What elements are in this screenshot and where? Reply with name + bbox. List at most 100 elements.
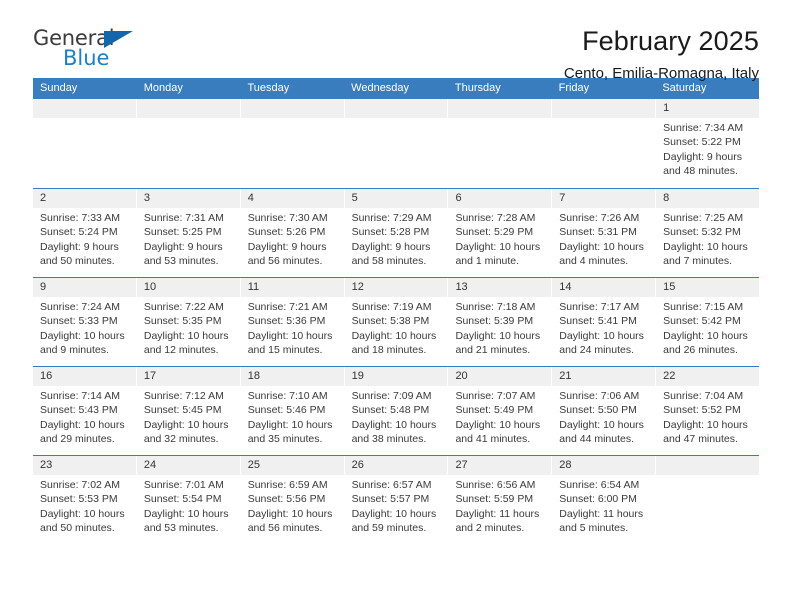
sunrise-text: Sunrise: 7:06 AM (559, 390, 640, 402)
logo-text-blue: Blue (63, 46, 110, 70)
day-cell[interactable]: 22 Sunrise: 7:04 AM Sunset: 5:52 PM Dayl… (656, 367, 760, 455)
day-cell[interactable]: 28 Sunrise: 6:54 AM Sunset: 6:00 PM Dayl… (552, 456, 657, 544)
sunset-text: Sunset: 5:38 PM (351, 315, 430, 328)
daylight-text-line2: and 58 minutes. (351, 255, 427, 268)
day-cell[interactable]: 10 Sunrise: 7:22 AM Sunset: 5:35 PM Dayl… (136, 278, 241, 366)
daylight-text-line1: Daylight: 10 hours (663, 240, 748, 253)
day-cell[interactable]: 26 Sunrise: 6:57 AM Sunset: 5:57 PM Dayl… (344, 456, 449, 544)
day-cell[interactable]: 13 Sunrise: 7:18 AM Sunset: 5:39 PM Dayl… (448, 278, 553, 366)
day-cell[interactable]: 12 Sunrise: 7:19 AM Sunset: 5:38 PM Dayl… (344, 278, 449, 366)
daylight-text-line1: Daylight: 9 hours (663, 150, 742, 163)
day-cell[interactable] (448, 99, 553, 188)
weekday-header-row: Sunday Monday Tuesday Wednesday Thursday… (33, 78, 759, 99)
day-cell[interactable]: 24 Sunrise: 7:01 AM Sunset: 5:54 PM Dayl… (136, 456, 241, 544)
day-details (656, 475, 759, 478)
day-cell[interactable]: 15 Sunrise: 7:15 AM Sunset: 5:42 PM Dayl… (656, 278, 760, 366)
sunrise-text: Sunrise: 7:04 AM (663, 390, 744, 402)
sunset-text: Sunset: 5:56 PM (247, 493, 326, 506)
day-cell[interactable] (240, 99, 345, 188)
day-cell[interactable]: 7 Sunrise: 7:26 AM Sunset: 5:31 PM Dayli… (552, 189, 657, 277)
daylight-text-line2: and 5 minutes. (559, 522, 629, 535)
day-cell[interactable]: 2 Sunrise: 7:33 AM Sunset: 5:24 PM Dayli… (33, 189, 137, 277)
daylight-text-line2: and 44 minutes. (559, 433, 635, 446)
day-cell[interactable]: 20 Sunrise: 7:07 AM Sunset: 5:49 PM Dayl… (448, 367, 553, 455)
day-cell[interactable]: 19 Sunrise: 7:09 AM Sunset: 5:48 PM Dayl… (344, 367, 449, 455)
day-cell[interactable] (136, 99, 241, 188)
day-cell[interactable]: 25 Sunrise: 6:59 AM Sunset: 5:56 PM Dayl… (240, 456, 345, 544)
day-number: 16 (33, 367, 136, 386)
sunset-text: Sunset: 5:50 PM (559, 404, 637, 417)
day-cell[interactable]: 1 Sunrise: 7:34 AM Sunset: 5:22 PM Dayli… (656, 99, 760, 188)
day-cell[interactable] (33, 99, 137, 188)
day-number: 3 (136, 189, 240, 208)
sunrise-text: Sunrise: 7:14 AM (40, 390, 120, 402)
day-cell[interactable]: 8 Sunrise: 7:25 AM Sunset: 5:32 PM Dayli… (656, 189, 760, 277)
sunset-text: Sunset: 6:00 PM (559, 493, 637, 506)
sunset-text: Sunset: 5:52 PM (663, 404, 741, 417)
daylight-text-line1: Daylight: 10 hours (247, 329, 333, 342)
day-cell[interactable]: 27 Sunrise: 6:56 AM Sunset: 5:59 PM Dayl… (448, 456, 553, 544)
daylight-text-line1: Daylight: 9 hours (247, 240, 327, 253)
day-number: 27 (448, 456, 552, 475)
sunset-text: Sunset: 5:48 PM (351, 404, 430, 417)
day-cell[interactable] (656, 456, 760, 544)
sunset-text: Sunset: 5:54 PM (143, 493, 222, 506)
daylight-text-line2: and 50 minutes. (40, 522, 115, 535)
day-number: 26 (344, 456, 448, 475)
day-cell[interactable]: 17 Sunrise: 7:12 AM Sunset: 5:45 PM Dayl… (136, 367, 241, 455)
day-number: 6 (448, 189, 552, 208)
day-details (552, 118, 655, 121)
day-cell[interactable]: 6 Sunrise: 7:28 AM Sunset: 5:29 PM Dayli… (448, 189, 553, 277)
daylight-text-line1: Daylight: 10 hours (663, 418, 748, 431)
daylight-text-line2: and 18 minutes. (351, 344, 427, 357)
day-number: 24 (136, 456, 240, 475)
sunrise-text: Sunrise: 7:31 AM (143, 212, 224, 224)
day-details: Sunrise: 6:54 AM Sunset: 6:00 PM Dayligh… (552, 475, 655, 536)
daylight-text-line1: Daylight: 10 hours (455, 240, 541, 253)
daylight-text-line1: Daylight: 10 hours (351, 507, 437, 520)
day-details: Sunrise: 7:25 AM Sunset: 5:32 PM Dayligh… (656, 208, 759, 269)
day-number: 1 (656, 99, 760, 118)
day-cell[interactable] (344, 99, 449, 188)
day-cell[interactable]: 5 Sunrise: 7:29 AM Sunset: 5:28 PM Dayli… (344, 189, 449, 277)
calendar-grid: Sunday Monday Tuesday Wednesday Thursday… (33, 78, 760, 544)
sunset-text: Sunset: 5:22 PM (663, 136, 741, 149)
day-cell[interactable]: 9 Sunrise: 7:24 AM Sunset: 5:33 PM Dayli… (33, 278, 137, 366)
daylight-text-line2: and 2 minutes. (455, 522, 525, 535)
day-number (656, 456, 760, 475)
day-cell[interactable]: 11 Sunrise: 7:21 AM Sunset: 5:36 PM Dayl… (240, 278, 345, 366)
day-details: Sunrise: 7:15 AM Sunset: 5:42 PM Dayligh… (656, 297, 759, 358)
day-details: Sunrise: 7:06 AM Sunset: 5:50 PM Dayligh… (552, 386, 655, 447)
day-number: 7 (552, 189, 656, 208)
daylight-text-line2: and 38 minutes. (351, 433, 427, 446)
day-number: 22 (656, 367, 760, 386)
day-cell[interactable]: 3 Sunrise: 7:31 AM Sunset: 5:25 PM Dayli… (136, 189, 241, 277)
daylight-text-line2: and 47 minutes. (663, 433, 738, 446)
sunrise-text: Sunrise: 7:07 AM (455, 390, 536, 402)
day-number: 14 (552, 278, 656, 297)
week-row: 16 Sunrise: 7:14 AM Sunset: 5:43 PM Dayl… (33, 366, 760, 455)
general-blue-logo[interactable]: General Blue (33, 25, 148, 73)
sunrise-text: Sunrise: 7:28 AM (455, 212, 536, 224)
sunset-text: Sunset: 5:26 PM (247, 226, 326, 239)
day-details: Sunrise: 7:01 AM Sunset: 5:54 PM Dayligh… (137, 475, 240, 536)
day-number: 11 (240, 278, 344, 297)
daylight-text-line2: and 41 minutes. (455, 433, 531, 446)
sunrise-text: Sunrise: 7:15 AM (663, 301, 744, 313)
day-cell[interactable]: 21 Sunrise: 7:06 AM Sunset: 5:50 PM Dayl… (552, 367, 657, 455)
day-details: Sunrise: 7:09 AM Sunset: 5:48 PM Dayligh… (345, 386, 448, 447)
daylight-text-line1: Daylight: 9 hours (351, 240, 431, 253)
week-row: 9 Sunrise: 7:24 AM Sunset: 5:33 PM Dayli… (33, 277, 760, 366)
sunrise-text: Sunrise: 7:30 AM (247, 212, 328, 224)
daylight-text-line1: Daylight: 9 hours (143, 240, 223, 253)
day-cell[interactable] (552, 99, 657, 188)
sunset-text: Sunset: 5:53 PM (40, 493, 118, 506)
day-number: 5 (344, 189, 448, 208)
day-cell[interactable]: 18 Sunrise: 7:10 AM Sunset: 5:46 PM Dayl… (240, 367, 345, 455)
week-row: 2 Sunrise: 7:33 AM Sunset: 5:24 PM Dayli… (33, 188, 760, 277)
day-cell[interactable]: 16 Sunrise: 7:14 AM Sunset: 5:43 PM Dayl… (33, 367, 137, 455)
weekday-tuesday: Tuesday (247, 82, 290, 94)
day-cell[interactable]: 14 Sunrise: 7:17 AM Sunset: 5:41 PM Dayl… (552, 278, 657, 366)
day-cell[interactable]: 23 Sunrise: 7:02 AM Sunset: 5:53 PM Dayl… (33, 456, 137, 544)
day-cell[interactable]: 4 Sunrise: 7:30 AM Sunset: 5:26 PM Dayli… (240, 189, 345, 277)
